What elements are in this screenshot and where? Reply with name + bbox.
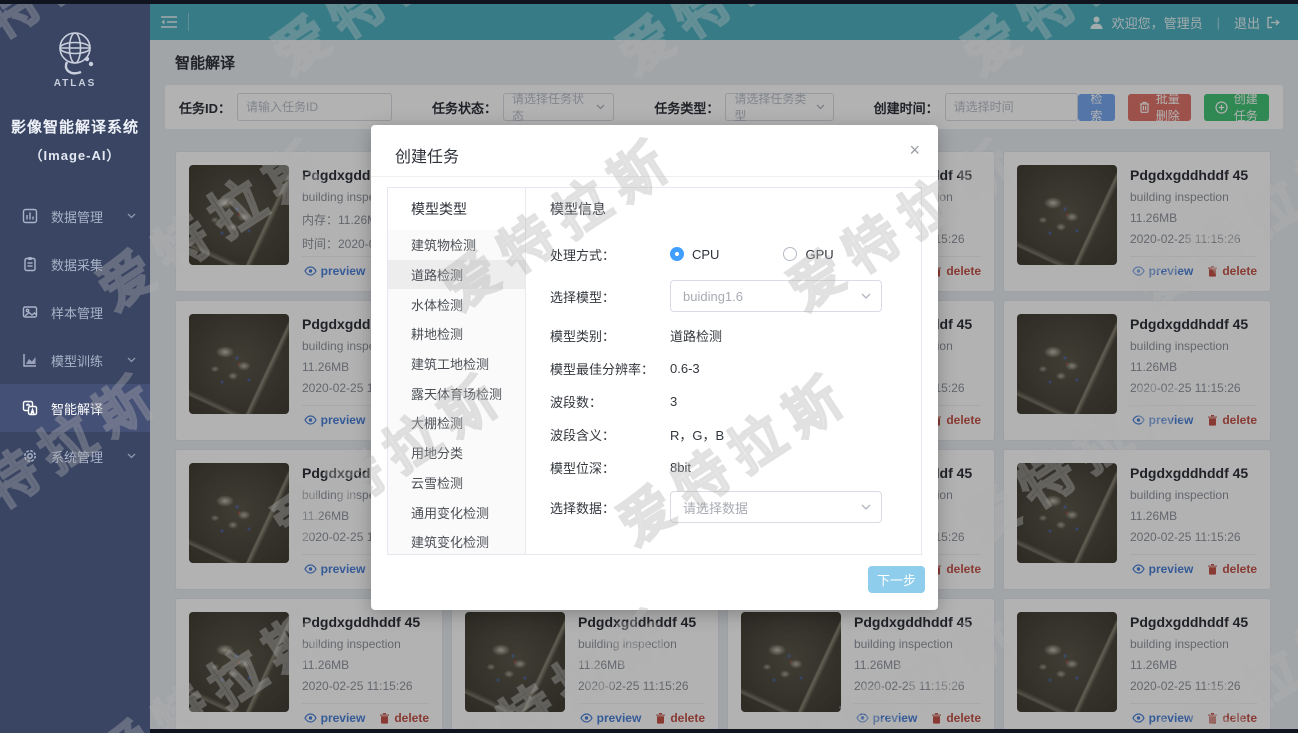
logo-text: ATLAS: [54, 78, 97, 89]
model-type-item[interactable]: 用地分类: [388, 438, 525, 468]
sidebar-item-label: 模型训练: [51, 351, 103, 370]
sidebar-menu: 数据管理 数据采集 样本管理 模型训练: [0, 192, 150, 480]
bar-chart-icon: [22, 208, 39, 225]
chevron-down-icon: [127, 213, 136, 219]
model-type-item[interactable]: 露天体育场检测: [388, 378, 525, 408]
chevron-down-icon: [127, 357, 136, 363]
chevron-down-icon: [127, 453, 136, 459]
band-count-label: 波段数：: [550, 392, 670, 411]
model-select[interactable]: buiding1.6: [670, 280, 882, 312]
gpu-label: GPU: [805, 247, 833, 262]
radio-unchecked-icon: [783, 247, 797, 261]
window-bottom-edge: [150, 729, 1298, 733]
best-resolution-value: 0.6-3: [670, 361, 700, 376]
sidebar-item-label: 智能解译: [51, 399, 103, 418]
area-chart-icon: [22, 352, 39, 369]
model-info-panel: 模型信息 处理方式： CPU GPU: [526, 188, 921, 554]
model-type-item[interactable]: 建筑变化检测: [388, 527, 525, 557]
best-resolution-label: 模型最佳分辨率：: [550, 359, 670, 378]
model-category-value: 道路检测: [670, 326, 722, 345]
data-select-value: 请选择数据: [683, 498, 748, 517]
select-data-label: 选择数据：: [550, 498, 670, 517]
create-task-modal: 创建任务 × 模型类型 建筑物检测道路检测水体检测耕地检测建筑工地检测露天体育场…: [371, 125, 938, 610]
process-mode-label: 处理方式：: [550, 245, 670, 264]
sidebar-item-system-management[interactable]: 系统管理: [0, 432, 150, 480]
band-count-value: 3: [670, 394, 677, 409]
close-icon[interactable]: ×: [909, 141, 920, 159]
model-type-item[interactable]: 耕地检测: [388, 319, 525, 349]
model-type-item[interactable]: 水体检测: [388, 289, 525, 319]
sidebar-item-model-training[interactable]: 模型训练: [0, 336, 150, 384]
data-select[interactable]: 请选择数据: [670, 491, 882, 523]
sidebar-item-label: 系统管理: [51, 447, 103, 466]
next-step-button[interactable]: 下一步: [868, 566, 925, 593]
sidebar-item-smart-interpretation[interactable]: 智能解译: [0, 384, 150, 432]
radio-checked-icon: [670, 247, 684, 261]
band-meaning-value: R，G，B: [670, 425, 724, 444]
model-type-item[interactable]: 通用变化检测: [388, 497, 525, 527]
modal-header: 创建任务 ×: [371, 125, 938, 177]
cpu-radio[interactable]: CPU: [670, 247, 719, 262]
sidebar-item-data-management[interactable]: 数据管理: [0, 192, 150, 240]
sidebar: ATLAS 影像智能解译系统 （Image-AI） 数据管理 数据采集: [0, 0, 150, 733]
chevron-down-icon: [861, 504, 871, 510]
system-title: 影像智能解译系统: [0, 116, 150, 137]
system-subtitle: （Image-AI）: [0, 145, 150, 164]
atlas-logo: ATLAS: [0, 0, 150, 102]
model-type-header: 模型类型: [388, 188, 525, 230]
clipboard-icon: [22, 256, 39, 273]
modal-title: 创建任务: [395, 149, 459, 166]
sidebar-item-label: 数据管理: [51, 207, 103, 226]
model-type-item[interactable]: 建筑工地检测: [388, 349, 525, 379]
gear-icon: [22, 448, 39, 465]
translate-icon: [22, 400, 39, 417]
picture-icon: [22, 304, 39, 321]
bit-depth-label: 模型位深：: [550, 458, 670, 477]
model-type-item[interactable]: 道路检测: [388, 260, 525, 290]
model-type-item[interactable]: 大棚检测: [388, 408, 525, 438]
model-info-form: 处理方式： CPU GPU: [526, 230, 921, 523]
app-window: ATLAS 影像智能解译系统 （Image-AI） 数据管理 数据采集: [0, 0, 1298, 733]
chevron-down-icon: [861, 293, 871, 299]
band-meaning-label: 波段含义：: [550, 425, 670, 444]
sidebar-item-label: 数据采集: [51, 255, 103, 274]
sidebar-item-sample-management[interactable]: 样本管理: [0, 288, 150, 336]
model-select-value: buiding1.6: [683, 289, 743, 304]
modal-panel: 模型类型 建筑物检测道路检测水体检测耕地检测建筑工地检测露天体育场检测大棚检测用…: [387, 187, 922, 555]
model-type-item[interactable]: 云雪检测: [388, 468, 525, 498]
model-category-label: 模型类别：: [550, 326, 670, 345]
model-type-item[interactable]: 建筑物检测: [388, 230, 525, 260]
gpu-radio[interactable]: GPU: [783, 247, 833, 262]
cpu-label: CPU: [692, 247, 719, 262]
window-top-edge: [0, 0, 1298, 4]
model-type-panel: 模型类型 建筑物检测道路检测水体检测耕地检测建筑工地检测露天体育场检测大棚检测用…: [388, 188, 526, 554]
model-info-header: 模型信息: [526, 188, 921, 230]
sidebar-item-data-collection[interactable]: 数据采集: [0, 240, 150, 288]
bit-depth-value: 8bit: [670, 460, 691, 475]
sidebar-item-label: 样本管理: [51, 303, 103, 322]
select-model-label: 选择模型：: [550, 287, 670, 306]
model-type-list: 建筑物检测道路检测水体检测耕地检测建筑工地检测露天体育场检测大棚检测用地分类云雪…: [388, 230, 525, 557]
